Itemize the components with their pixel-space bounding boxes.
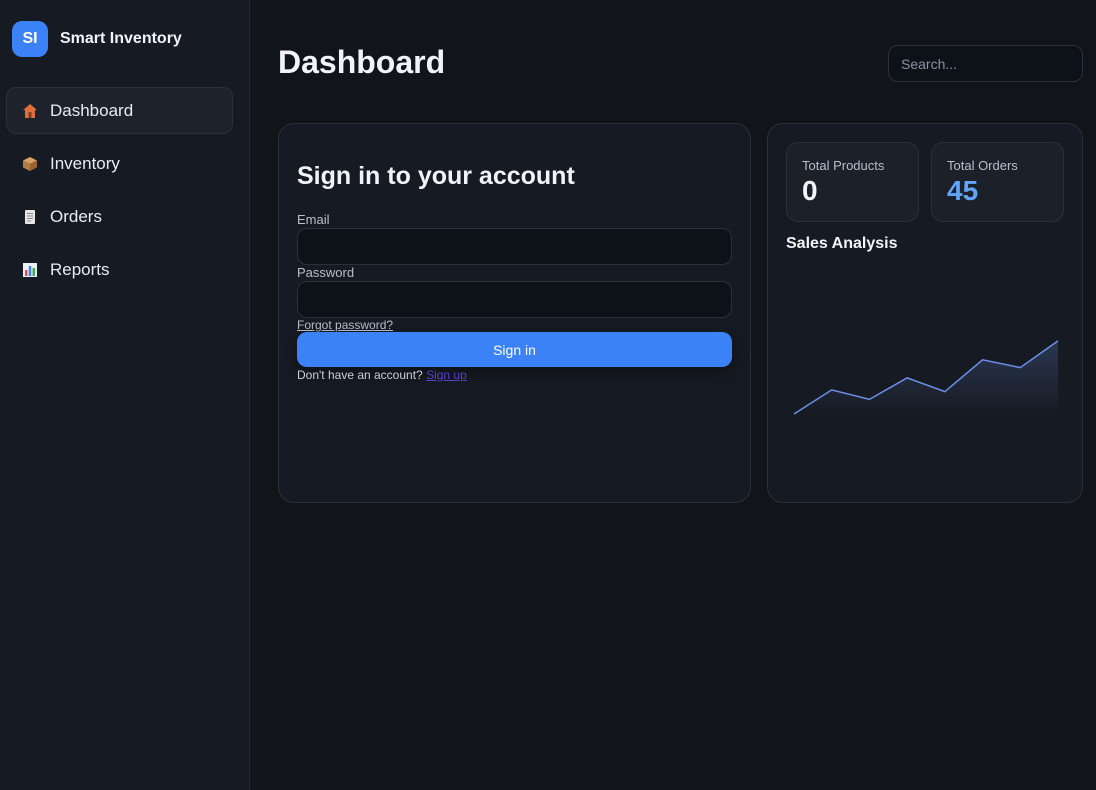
login-title: Sign in to your account	[297, 162, 575, 190]
receipt-icon	[21, 208, 39, 226]
signup-row: Don't have an account? Sign up	[297, 368, 467, 382]
package-icon	[21, 155, 39, 173]
app-root: SI Smart Inventory Dashboard Inventory O…	[0, 0, 1096, 790]
sidebar-item-label: Dashboard	[50, 100, 134, 120]
total-orders-stat: Total Orders 45	[931, 142, 1064, 222]
login-card: Sign in to your account Email Password F…	[278, 123, 751, 503]
sidebar-item-dashboard[interactable]: Dashboard	[6, 87, 233, 134]
stat-value: 45	[947, 175, 979, 206]
stats-card: Total Products 0 Total Orders 45 Sales A…	[767, 123, 1083, 503]
total-products-stat: Total Products 0	[786, 142, 919, 222]
sign-up-link[interactable]: Sign up	[426, 368, 467, 382]
sidebar-item-label: Reports	[50, 259, 110, 279]
sidebar: SI Smart Inventory Dashboard Inventory O…	[0, 0, 250, 790]
password-label: Password	[297, 265, 355, 280]
sidebar-item-label: Orders	[50, 206, 102, 226]
sidebar-nav: Dashboard Inventory Orders Reports	[6, 87, 233, 299]
sales-analysis-title: Sales Analysis	[786, 235, 898, 252]
page-title: Dashboard	[278, 44, 446, 80]
forgot-password-link[interactable]: Forgot password?	[297, 318, 393, 332]
sidebar-item-inventory[interactable]: Inventory	[6, 140, 233, 187]
password-field[interactable]	[297, 281, 732, 318]
sales-area-fill	[794, 340, 1058, 414]
stat-label: Total Orders	[947, 158, 1018, 173]
sidebar-item-label: Inventory	[50, 153, 120, 173]
email-label: Email	[297, 212, 330, 227]
email-field[interactable]	[297, 228, 732, 265]
bar-chart-icon	[21, 261, 39, 279]
brand[interactable]: SI Smart Inventory	[12, 21, 182, 57]
stat-label: Total Products	[802, 158, 885, 173]
stat-value: 0	[802, 175, 818, 206]
sales-chart	[793, 340, 1059, 415]
signup-prompt: Don't have an account?	[297, 368, 423, 382]
search-input[interactable]	[888, 45, 1083, 82]
brand-name: Smart Inventory	[60, 30, 182, 47]
sidebar-item-reports[interactable]: Reports	[6, 246, 233, 293]
sidebar-item-orders[interactable]: Orders	[6, 193, 233, 240]
brand-logo: SI	[12, 21, 48, 57]
sign-in-button[interactable]: Sign in	[297, 332, 732, 367]
house-icon	[21, 102, 39, 120]
